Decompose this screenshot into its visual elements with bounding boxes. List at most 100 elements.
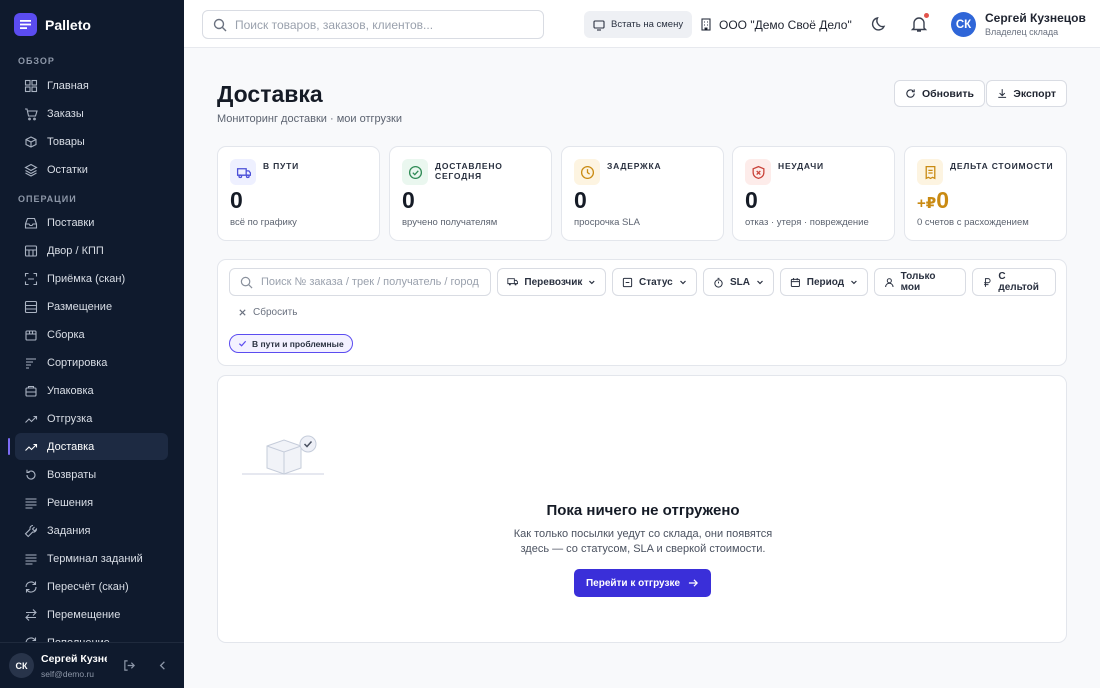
sidebar-item-label: Пересчёт (скан)	[47, 580, 129, 593]
user-avatar[interactable]: СК	[951, 12, 976, 37]
start-shift-button[interactable]: Встать на смену	[584, 11, 693, 38]
stat-card[interactable]: ЗАДЕРЖКА 0 просрочка SLA	[561, 146, 724, 241]
page-title: Доставка	[217, 81, 323, 107]
global-search[interactable]	[202, 10, 544, 39]
sidebar-item-label: Возвраты	[47, 468, 97, 481]
user-name[interactable]: Сергей Кузнецов	[985, 11, 1086, 25]
download-icon	[998, 89, 1007, 98]
user-role: Владелец склада	[985, 27, 1059, 37]
check-icon	[238, 340, 247, 347]
stat-value-row: 0	[745, 187, 758, 214]
inbox-icon	[24, 217, 38, 229]
refresh-icon	[906, 89, 915, 98]
topbar: Встать на смену ООО "Демо Своё Дело" СК …	[184, 0, 1100, 48]
sidebar-item-operation-3[interactable]: Размещение	[15, 293, 168, 320]
sidebar-item-label: Товары	[47, 135, 85, 148]
building-icon	[701, 18, 711, 31]
refresh-button[interactable]: Обновить	[894, 80, 985, 107]
stat-label: ДЕЛЬТА СТОИМОСТИ	[950, 161, 1054, 171]
carrier-filter[interactable]: Перевозчик	[497, 268, 606, 296]
list-icon	[25, 497, 37, 509]
chevron-down-icon	[589, 280, 595, 285]
stat-value: 0	[574, 187, 587, 213]
footer-avatar[interactable]: СК	[9, 653, 34, 678]
stat-label: ЗАДЕРЖКА	[607, 161, 662, 171]
scan-icon	[24, 272, 38, 285]
grid-icon	[24, 79, 38, 92]
empty-state-panel: Пока ничего не отгружено Как только посы…	[217, 375, 1067, 643]
search-icon	[240, 276, 253, 288]
empty-box-illustration-icon	[242, 435, 324, 475]
sidebar-item-label: Заказы	[47, 107, 84, 120]
filters-panel: Перевозчик Статус SLA Период Только мои …	[217, 259, 1067, 366]
period-filter[interactable]: Период	[780, 268, 868, 296]
sidebar-item-label: Остатки	[47, 163, 88, 176]
go-to-shipment-button[interactable]: Перейти к отгрузке	[574, 569, 711, 597]
clock-icon	[580, 165, 594, 179]
stat-card[interactable]: ДЕЛЬТА СТОИМОСТИ +₽0 0 счетов с расхожде…	[904, 146, 1067, 241]
reset-filters-button[interactable]: Сбросить	[238, 307, 297, 318]
stat-label: НЕУДАЧИ	[778, 161, 824, 171]
export-button[interactable]: Экспорт	[986, 80, 1067, 107]
sidebar-item-operation-14[interactable]: Перемещение	[15, 601, 168, 628]
stat-card[interactable]: ДОСТАВЛЕНО СЕГОДНЯ 0 вручено получателям	[389, 146, 552, 241]
with-delta-toggle[interactable]: С дельтой	[972, 268, 1056, 296]
brand[interactable]: Palleto	[14, 13, 91, 36]
sidebar-item-operation-8[interactable]: Доставка	[15, 433, 168, 460]
sidebar-item-operation-7[interactable]: Отгрузка	[15, 405, 168, 432]
sidebar-item-overview-3[interactable]: Остатки	[15, 156, 168, 183]
stat-note: 0 счетов с расхождением	[917, 217, 1029, 228]
stat-card[interactable]: В ПУТИ 0 всё по графику	[217, 146, 380, 241]
org-switcher[interactable]: ООО "Демо Своё Дело"	[700, 11, 852, 38]
sidebar-item-operation-9[interactable]: Возвраты	[15, 461, 168, 488]
collapse-sidebar-icon[interactable]	[156, 659, 169, 672]
status-filter[interactable]: Статус	[612, 268, 697, 296]
stat-icon-wrap	[574, 159, 600, 185]
stat-card[interactable]: НЕУДАЧИ 0 отказ · утеря · повреждение	[732, 146, 895, 241]
theme-toggle-moon-icon[interactable]	[870, 14, 890, 34]
sla-filter-label: SLA	[730, 276, 750, 288]
cart-icon	[25, 107, 38, 120]
stat-note: всё по графику	[230, 217, 297, 228]
active-filter-chip[interactable]: В пути и проблемные	[229, 334, 353, 353]
swap-icon	[25, 608, 37, 621]
sidebar-item-label: Терминал заданий	[47, 552, 143, 565]
stat-value-row: 0	[230, 187, 243, 214]
close-icon	[239, 309, 246, 316]
check-circle-icon	[408, 165, 422, 179]
sidebar-item-operation-12[interactable]: Терминал заданий	[15, 545, 168, 572]
sidebar-item-operation-0[interactable]: Поставки	[15, 209, 168, 236]
only-mine-toggle[interactable]: Только мои	[874, 268, 966, 296]
truck-icon	[236, 167, 251, 178]
start-shift-label: Встать на смену	[611, 19, 684, 30]
sidebar-item-overview-1[interactable]: Заказы	[15, 100, 168, 127]
sidebar-item-operation-5[interactable]: Сортировка	[15, 349, 168, 376]
sidebar-item-label: Отгрузка	[47, 412, 93, 425]
arrow-right-icon	[688, 579, 699, 587]
sidebar-item-operation-13[interactable]: Пересчёт (скан)	[15, 573, 168, 600]
export-label: Экспорт	[1013, 87, 1056, 100]
sidebar-item-overview-2[interactable]: Товары	[15, 128, 168, 155]
delivery-search-input[interactable]	[261, 276, 481, 288]
sidebar-item-operation-10[interactable]: Решения	[15, 489, 168, 516]
status-filter-label: Статус	[639, 276, 673, 288]
delivery-search[interactable]	[229, 268, 491, 296]
stat-icon-wrap	[917, 159, 943, 185]
stat-label: В ПУТИ	[263, 161, 299, 171]
sla-filter[interactable]: SLA	[703, 268, 774, 296]
sidebar-item-label: Доставка	[47, 440, 95, 453]
sidebar-item-operation-1[interactable]: Двор / КПП	[15, 237, 168, 264]
sidebar-item-operation-4[interactable]: Сборка	[15, 321, 168, 348]
shelf-icon	[24, 300, 38, 313]
sidebar-item-operation-11[interactable]: Задания	[15, 517, 168, 544]
empty-state-text: Как только посылки уедут со склада, они …	[513, 528, 773, 555]
stat-icon-wrap	[745, 159, 771, 185]
nav-operations: Поставки Двор / КПП Приёмка (скан) Разме…	[15, 209, 168, 657]
sidebar-item-operation-6[interactable]: Упаковка	[15, 377, 168, 404]
sidebar-item-label: Сортировка	[47, 356, 108, 369]
sidebar-item-operation-2[interactable]: Приёмка (скан)	[15, 265, 168, 292]
notification-dot	[924, 13, 929, 18]
global-search-input[interactable]	[235, 17, 525, 32]
logout-icon[interactable]	[123, 659, 136, 672]
sidebar-item-overview-0[interactable]: Главная	[15, 72, 168, 99]
